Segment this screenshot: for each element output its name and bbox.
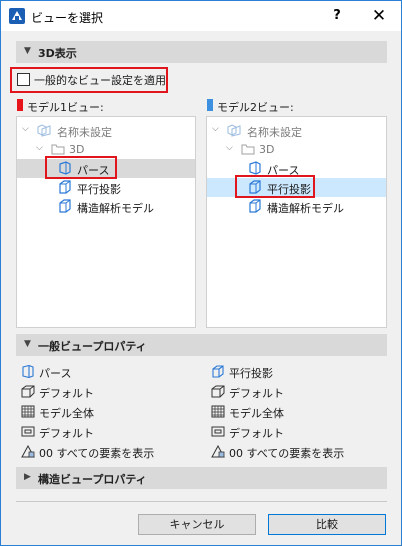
perspective-icon — [22, 365, 34, 378]
prop-extent-left: モデル全体 — [21, 403, 191, 421]
select-view-dialog: ビューを選択 ? ✕ ▼ 3D表示 一般的なビュー設定を適用 モデル1ビュー: … — [0, 0, 402, 546]
tree-item-label: 名称未設定 — [247, 126, 302, 139]
perspective-view-icon — [249, 161, 261, 175]
viewset-icon — [37, 124, 51, 137]
structural-props-label: 構造ビュープロパティ — [38, 473, 147, 486]
model1-color-swatch — [17, 99, 23, 111]
help-button[interactable]: ? — [319, 1, 355, 31]
tree-item-label: 3D — [259, 143, 275, 156]
tree-item-label: 平行投影 — [77, 183, 121, 196]
prop-projection-left: パース — [21, 363, 191, 381]
general-props-label: 一般ビュープロパティ — [38, 340, 147, 353]
viewset-icon — [227, 124, 241, 137]
tree-item-parallel[interactable]: 平行投影 — [17, 178, 195, 197]
layer-icon — [21, 445, 35, 458]
display-icon — [21, 426, 35, 437]
display-icon — [211, 426, 225, 437]
folder-icon — [241, 144, 255, 155]
close-button[interactable]: ✕ — [361, 1, 397, 31]
prop-layers-right: 00 すべての要素を表示 — [211, 443, 381, 461]
tree-expand-icon[interactable]: ⌵ — [36, 143, 43, 153]
prop-label: デフォルト — [229, 427, 284, 440]
folder-icon — [51, 144, 65, 155]
expand-triangle-icon: ▶ — [24, 472, 31, 482]
prop-label: デフォルト — [229, 387, 284, 400]
structural-view-icon — [249, 199, 261, 213]
general-props-header[interactable]: ▼ 一般ビュープロパティ — [16, 334, 387, 356]
parallel-view-icon — [59, 180, 71, 194]
prop-label: モデル全体 — [229, 407, 284, 420]
prop-display-left: デフォルト — [21, 423, 191, 441]
camera-setting-icon — [211, 385, 225, 398]
archicad-app-icon — [9, 8, 25, 24]
prop-display-right: デフォルト — [211, 423, 381, 441]
tree-item-structural[interactable]: 構造解析モデル — [17, 197, 195, 216]
model-extent-icon — [211, 405, 225, 418]
compare-button[interactable]: 比較 — [268, 514, 386, 535]
prop-label: モデル全体 — [39, 407, 94, 420]
tree-item-label: 名称未設定 — [57, 126, 112, 139]
collapse-triangle-icon: ▼ — [24, 46, 31, 56]
model1-view-tree: ⌵ 名称未設定 ⌵ 3D パース 平行投影 構造解析モデル — [16, 116, 196, 328]
tree-item-3d[interactable]: ⌵ 3D — [207, 140, 386, 159]
model2-view-tree: ⌵ 名称未設定 ⌵ 3D パース 平行投影 構造解析モデル — [206, 116, 387, 328]
model2-header-label: モデル2ビュー: — [217, 101, 294, 114]
parallel-icon — [212, 365, 224, 378]
prop-extent-right: モデル全体 — [211, 403, 381, 421]
model1-header-label: モデル1ビュー: — [27, 101, 104, 114]
tree-item-untitled[interactable]: ⌵ 名称未設定 — [17, 121, 195, 140]
model2-color-swatch — [207, 99, 213, 111]
tree-item-structural[interactable]: 構造解析モデル — [207, 197, 386, 216]
section-3d-header[interactable]: ▼ 3D表示 — [16, 41, 387, 63]
prop-label: 平行投影 — [229, 367, 273, 380]
tree-item-untitled[interactable]: ⌵ 名称未設定 — [207, 121, 386, 140]
section-3d-label: 3D表示 — [38, 47, 77, 60]
tree-item-label: 3D — [69, 143, 85, 156]
prop-label: デフォルト — [39, 387, 94, 400]
model-extent-icon — [21, 405, 35, 418]
tree-expand-icon[interactable]: ⌵ — [212, 124, 219, 134]
tree-item-label: 構造解析モデル — [267, 202, 344, 215]
structural-view-icon — [59, 199, 71, 213]
layer-icon — [211, 445, 225, 458]
highlight-box — [45, 156, 117, 179]
prop-layers-left: 00 すべての要素を表示 — [21, 443, 191, 461]
window-title: ビューを選択 — [31, 11, 104, 25]
highlight-box — [235, 175, 315, 198]
tree-item-label: 構造解析モデル — [77, 202, 154, 215]
footer-divider — [16, 501, 387, 502]
prop-projection-right: 平行投影 — [211, 363, 381, 381]
model1-header: モデル1ビュー: — [17, 99, 177, 114]
title-bar: ビューを選択 ? ✕ — [1, 1, 401, 31]
tree-expand-icon[interactable]: ⌵ — [22, 124, 29, 134]
prop-label: デフォルト — [39, 427, 94, 440]
highlight-box — [10, 67, 168, 93]
cancel-button[interactable]: キャンセル — [138, 514, 256, 535]
prop-label: 00 すべての要素を表示 — [39, 447, 155, 460]
tree-expand-icon[interactable]: ⌵ — [226, 143, 233, 153]
prop-label: 00 すべての要素を表示 — [229, 447, 345, 460]
prop-label: パース — [39, 367, 72, 380]
camera-setting-icon — [21, 385, 35, 398]
model2-header: モデル2ビュー: — [207, 99, 367, 114]
collapse-triangle-icon: ▼ — [24, 339, 31, 349]
structural-props-header[interactable]: ▶ 構造ビュープロパティ — [16, 467, 387, 489]
prop-camera-right: デフォルト — [211, 383, 381, 401]
prop-camera-left: デフォルト — [21, 383, 191, 401]
